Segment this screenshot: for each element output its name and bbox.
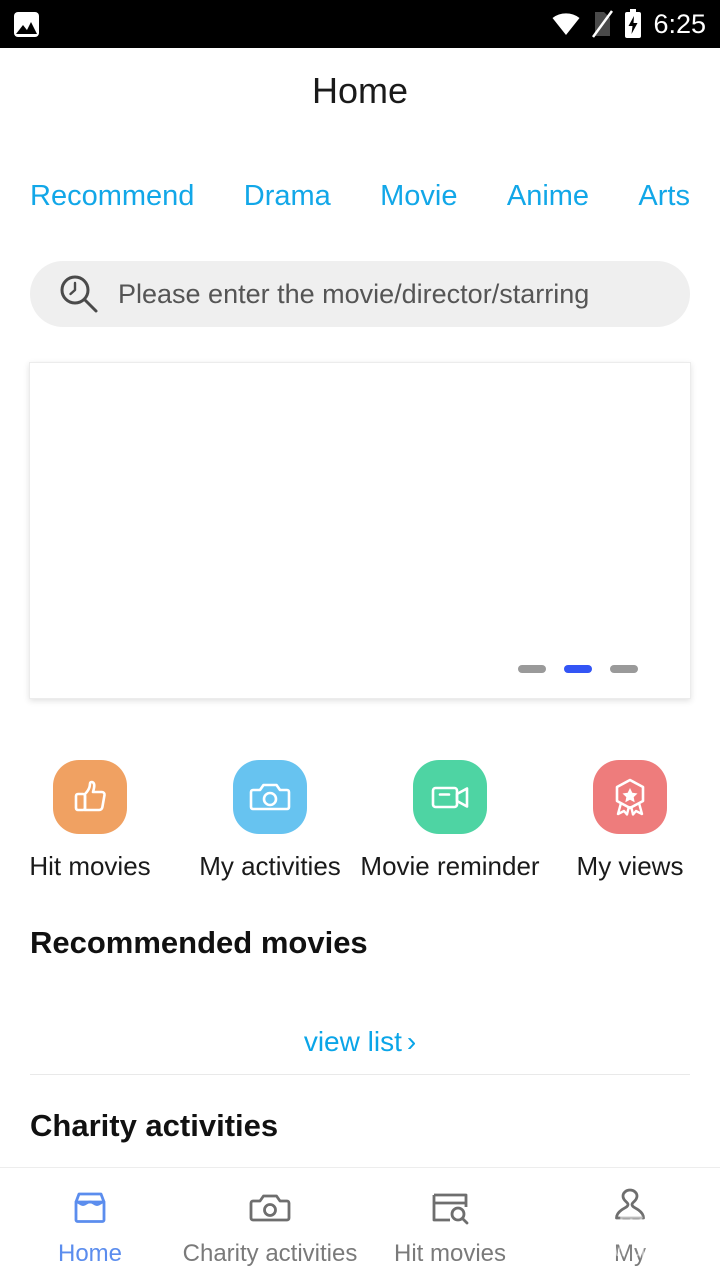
video-camera-icon [431, 786, 469, 809]
nav-label-charity-activities: Charity activities [182, 1240, 358, 1267]
status-bar-left [14, 11, 39, 37]
search-input-placeholder[interactable]: Please enter the movie/director/starring [118, 279, 589, 310]
tab-anime[interactable]: Anime [507, 180, 589, 213]
recommended-movies-title: Recommended movies [30, 925, 368, 960]
search-bar[interactable]: Please enter the movie/director/starring [30, 261, 690, 327]
thumbs-up-icon [74, 780, 106, 812]
nav-item-charity-activities[interactable]: Charity activities [180, 1168, 360, 1280]
shortcut-movie-reminder[interactable]: Movie reminder [360, 760, 540, 882]
carousel-dot-3[interactable] [610, 665, 638, 673]
shortcut-label-my-activities: My activities [199, 851, 341, 881]
nav-label-home: Home [57, 1240, 123, 1267]
carousel-dot-1[interactable] [518, 665, 546, 673]
wifi-icon [552, 13, 580, 35]
window-search-icon [432, 1193, 469, 1225]
camera-icon [249, 1194, 291, 1222]
person-icon [615, 1188, 645, 1220]
banner-carousel[interactable] [29, 362, 691, 699]
shortcut-my-activities[interactable]: My activities [180, 760, 360, 882]
status-bar-right: 6:25 [551, 9, 706, 40]
shortcut-my-views[interactable]: My views [540, 760, 720, 882]
shortcut-hit-movies[interactable]: Hit movies [0, 760, 180, 882]
nav-item-home[interactable]: Home [0, 1168, 180, 1280]
shortcut-icon-bg-my-views [593, 760, 667, 834]
award-badge-icon [615, 778, 645, 816]
tab-recommend[interactable]: Recommend [30, 180, 194, 213]
tab-movie[interactable]: Movie [380, 180, 457, 213]
carousel-dot-2[interactable] [564, 665, 592, 673]
carousel-indicator [518, 665, 638, 673]
tab-arts[interactable]: Arts [638, 180, 690, 213]
tab-drama[interactable]: Drama [244, 180, 331, 213]
battery-charging-icon [625, 9, 642, 38]
shortcut-grid: Hit movies My activities Movie reminder [0, 760, 720, 882]
nav-item-hit-movies[interactable]: Hit movies [360, 1168, 540, 1280]
status-bar: 6:25 [0, 0, 720, 48]
shortcut-icon-bg-my-activities [233, 760, 307, 834]
image-gallery-icon [14, 11, 39, 37]
view-list-link[interactable]: view list › [0, 1026, 720, 1058]
shortcut-icon-bg-movie-reminder [413, 760, 487, 834]
search-icon [60, 275, 98, 313]
category-tab-bar: Recommend Drama Movie Anime Arts [0, 168, 720, 224]
status-bar-clock: 6:25 [653, 8, 706, 39]
nav-item-my[interactable]: My [540, 1168, 720, 1280]
inbox-box-icon [74, 1192, 106, 1223]
chevron-right-icon: › [406, 1026, 417, 1057]
shortcut-icon-bg-hit-movies [53, 760, 127, 834]
charity-activities-title: Charity activities [30, 1108, 279, 1143]
nav-label-my: My [614, 1240, 646, 1267]
shortcut-label-my-views: My views [576, 851, 684, 881]
section-divider [30, 1074, 690, 1075]
camera-icon [249, 783, 291, 811]
bottom-navigation-bar: Home Charity activities Hit movies My [0, 1167, 720, 1280]
page-title: Home [311, 70, 409, 111]
app-screen: 6:25 Home Recommend Drama Movie Anime Ar… [0, 0, 720, 1280]
shortcut-label-movie-reminder: Movie reminder [360, 851, 540, 881]
view-list-label: view list [303, 1026, 402, 1057]
shortcut-label-hit-movies: Hit movies [29, 851, 151, 881]
no-sim-card-icon [592, 10, 614, 38]
nav-label-hit-movies: Hit movies [393, 1240, 507, 1267]
